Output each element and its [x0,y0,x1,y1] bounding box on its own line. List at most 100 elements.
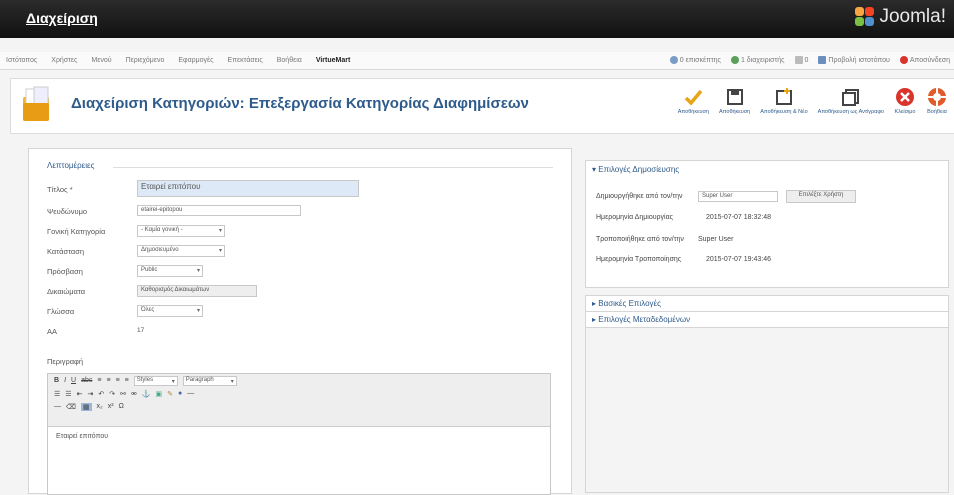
menu-item-content[interactable]: Περιεχόμενο [126,57,165,64]
close-icon [896,88,914,106]
metadata-options-header[interactable]: ▸ Επιλογές Μεταδεδομένων [586,312,948,328]
main-menu-bar: Ιστότοπος Χρήστες Μενού Περιεχόμενο Εφαρ… [0,52,954,70]
menu-item-site[interactable]: Ιστότοπος [6,57,37,64]
align-center-icon[interactable]: ≡ [106,377,110,384]
select-user-button[interactable]: Επιλέξτε Χρήστη [786,190,856,203]
top-bar: Διαχείριση Joomla! [0,0,954,38]
logout-icon [899,56,908,64]
menu-item-components[interactable]: Εφαρμογές [178,57,213,64]
align-justify-icon[interactable]: ≡ [125,377,129,384]
access-select[interactable]: Public [137,265,203,277]
admins-status: 1 διαχειριστής [730,56,785,64]
apply-button[interactable]: Αποθήκευση [673,85,714,115]
bullet-list-icon[interactable]: ☰ [54,390,60,398]
category-icon [23,86,49,121]
brand-name: Joomla! [879,6,946,27]
editor-content[interactable]: Εταιρεί επιτόπου [48,427,550,446]
parent-select[interactable]: - Καμία γονική - [137,225,225,237]
paragraph-select[interactable]: Paragraph [182,375,237,386]
basic-options-panel[interactable]: ▸ Βασικές Επιλογές [585,295,949,312]
menu-item-help[interactable]: Βοήθεια [277,57,302,64]
joomla-logo: Joomla! [855,6,946,28]
superscript-icon[interactable]: x² [108,403,114,410]
sidebar-bottom-area [585,328,949,493]
page-header: Διαχείριση Κατηγοριών: Επεξεργασία Κατηγ… [10,78,954,134]
state-select[interactable]: Δημοσιευμένο [137,245,225,257]
horizontal-rule-icon[interactable]: — [54,403,61,410]
logout-link[interactable]: Αποσύνδεση [899,56,950,64]
save-new-button[interactable]: Αποθήκευση & Νέο [755,85,812,115]
menu-item-users[interactable]: Χρήστες [51,57,77,64]
menu-item-virtuemart[interactable]: VirtueMart [316,57,351,64]
help-button[interactable]: Βοήθεια [921,85,953,115]
description-editor: B I U abc ≡ ≡ ≡ ≡ Styles Paragraph ☰ ☰ ⇤… [47,373,551,495]
title-field[interactable]: Εταιρεί επιτόπου [137,180,359,197]
bold-icon[interactable]: B [54,377,59,384]
modified-by-label: Τροποποιήθηκε από τον/την [596,236,684,243]
metadata-options-panel[interactable]: ▸ Επιλογές Μεταδεδομένων [585,311,949,328]
charmap-icon[interactable]: Ω [119,403,124,410]
save-copy-icon [841,89,859,106]
cleanup-icon[interactable]: ✎ [167,390,173,398]
access-label: Πρόσβαση [47,267,83,276]
view-site-link[interactable]: Προβολή ιστοτόπου [818,56,890,64]
state-label: Κατάσταση [47,247,85,256]
basic-options-header[interactable]: ▸ Βασικές Επιλογές [586,296,948,312]
page-title: Διαχείριση Κατηγοριών: Επεξεργασία Κατηγ… [71,95,529,112]
id-label: ΑΑ [47,327,58,336]
messages-status[interactable]: 0 [794,56,808,64]
styles-select[interactable]: Styles [133,375,178,386]
details-panel: Λεπτομέρειες Τίτλος * Εταιρεί επιτόπου Ψ… [28,148,572,495]
mail-icon [794,56,803,64]
anchor-icon[interactable]: ⚓ [142,390,151,398]
help-editor-icon[interactable]: ● [178,390,182,397]
link-icon[interactable]: ⚯ [120,390,126,398]
undo-icon[interactable]: ↶ [98,390,104,398]
save-new-icon [775,88,792,105]
underline-icon[interactable]: U [71,377,76,384]
publishing-sidebar: ▾ Επιλογές Δημοσίευσης Δημιουργήθηκε από… [585,160,949,493]
save-icon [726,89,743,105]
description-label: Περιγραφή [47,357,84,366]
numbered-list-icon[interactable]: ☰ [65,390,71,398]
alias-label: Ψευδώνυμο [47,207,88,216]
publishing-options-panel: ▾ Επιλογές Δημοσίευσης Δημιουργήθηκε από… [585,160,949,288]
hr-icon[interactable]: — [187,390,194,397]
redo-icon[interactable]: ↷ [109,390,115,398]
image-icon[interactable]: ▣ [156,390,163,398]
modified-date-value: 2015-07-07 19:43:46 [706,256,771,263]
id-value: 17 [137,327,145,334]
unlink-icon[interactable]: ⚮ [131,390,137,398]
alias-field[interactable]: etairei-epitopou [137,205,301,216]
align-right-icon[interactable]: ≡ [116,377,120,384]
created-by-field[interactable]: Super User [698,191,778,202]
visual-aid-icon[interactable]: ▦ [80,402,92,411]
indent-icon[interactable]: ⇥ [87,390,93,398]
menu-item-extensions[interactable]: Επεκτάσεις [228,57,263,64]
joomla-logo-icon [855,7,875,27]
strikethrough-icon[interactable]: abc [81,377,92,384]
admins-icon [730,56,739,64]
close-button[interactable]: Κλείσιμο [889,85,921,115]
editor-toolbar: B I U abc ≡ ≡ ≡ ≡ Styles Paragraph ☰ ☰ ⇤… [48,374,550,427]
check-icon [685,89,703,106]
italic-icon[interactable]: I [64,377,66,384]
visitors-icon [669,56,678,64]
menu-item-menus[interactable]: Μενού [91,57,111,64]
parent-label: Γονική Κατηγορία [47,227,106,236]
language-select[interactable]: Όλες [137,305,203,317]
language-label: Γλώσσα [47,307,75,316]
permissions-label: Δικαιώματα [47,287,86,296]
save-close-button[interactable]: Αποθήκευση [714,85,755,115]
outdent-icon[interactable]: ⇤ [77,390,83,398]
created-date-label: Ημερομηνία Δημιουργίας [596,214,674,221]
permissions-button[interactable]: Καθορισμός Δικαιωμάτων [137,285,257,297]
subscript-icon[interactable]: x₂ [97,403,103,410]
save-copy-button[interactable]: Αποθήκευση ως Αντίγραφο [813,85,889,115]
remove-format-icon[interactable]: ⌫ [66,403,76,411]
site-title-link[interactable]: Διαχείριση [26,10,98,26]
help-icon [928,88,946,106]
monitor-icon [818,56,827,64]
publishing-options-header[interactable]: ▾ Επιλογές Δημοσίευσης [586,161,948,178]
align-left-icon[interactable]: ≡ [97,377,101,384]
